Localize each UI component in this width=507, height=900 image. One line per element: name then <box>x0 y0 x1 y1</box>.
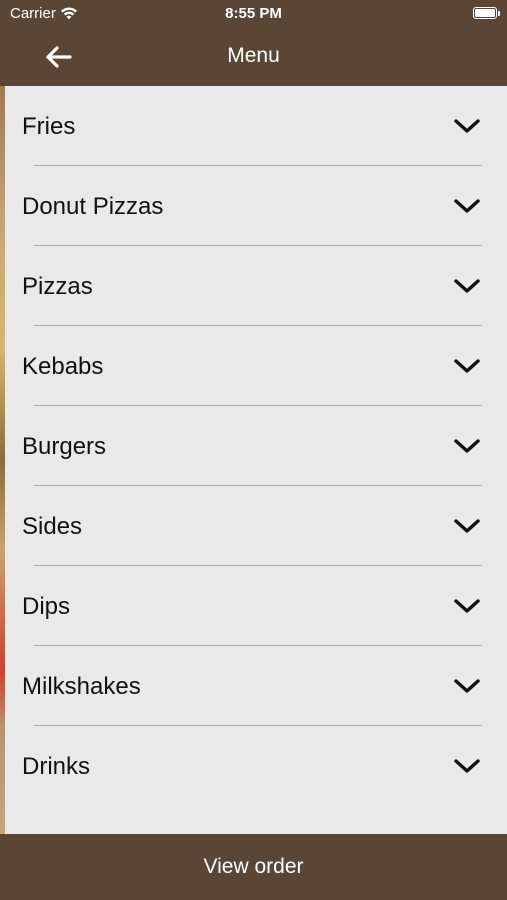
category-row[interactable]: Fries <box>5 86 507 166</box>
battery-icon <box>473 7 500 19</box>
category-row[interactable]: Donut Pizzas <box>5 166 507 246</box>
category-label: Dips <box>22 593 71 620</box>
category-row[interactable]: Pizzas <box>5 246 507 326</box>
chevron-down-icon[interactable] <box>453 357 481 375</box>
category-row[interactable]: Drinks <box>5 726 507 806</box>
category-label: Fries <box>22 113 76 140</box>
category-row[interactable]: Dips <box>5 566 507 646</box>
chevron-down-icon[interactable] <box>453 677 481 695</box>
chevron-down-icon[interactable] <box>453 597 481 615</box>
category-row[interactable]: Burgers <box>5 406 507 486</box>
menu-category-list: Fries Donut Pizzas Pizzas Kebabs Burgers Side… <box>5 86 507 834</box>
category-label: Pizzas <box>22 273 93 300</box>
chevron-down-icon[interactable] <box>453 277 481 295</box>
category-row[interactable]: Milkshakes <box>5 646 507 726</box>
category-label: Sides <box>22 513 83 540</box>
chevron-down-icon[interactable] <box>453 437 481 455</box>
chevron-down-icon[interactable] <box>453 517 481 535</box>
category-label: Donut Pizzas <box>22 193 164 220</box>
category-label: Burgers <box>22 433 107 460</box>
category-label: Milkshakes <box>22 673 141 700</box>
chevron-down-icon[interactable] <box>453 117 481 135</box>
navigation-bar: Menu <box>0 28 507 86</box>
page-title: Menu <box>227 44 280 67</box>
view-order-label: View order <box>203 855 304 878</box>
category-label: Kebabs <box>22 353 104 380</box>
category-label: Drinks <box>22 753 91 780</box>
category-row[interactable]: Sides <box>5 486 507 566</box>
status-time: 8:55 PM <box>225 5 282 22</box>
chevron-down-icon[interactable] <box>453 757 481 775</box>
chevron-down-icon[interactable] <box>453 197 481 215</box>
status-bar: Carrier 8:55 PM <box>0 0 507 28</box>
view-order-button[interactable]: View order <box>0 834 507 900</box>
category-row[interactable]: Kebabs <box>5 326 507 406</box>
